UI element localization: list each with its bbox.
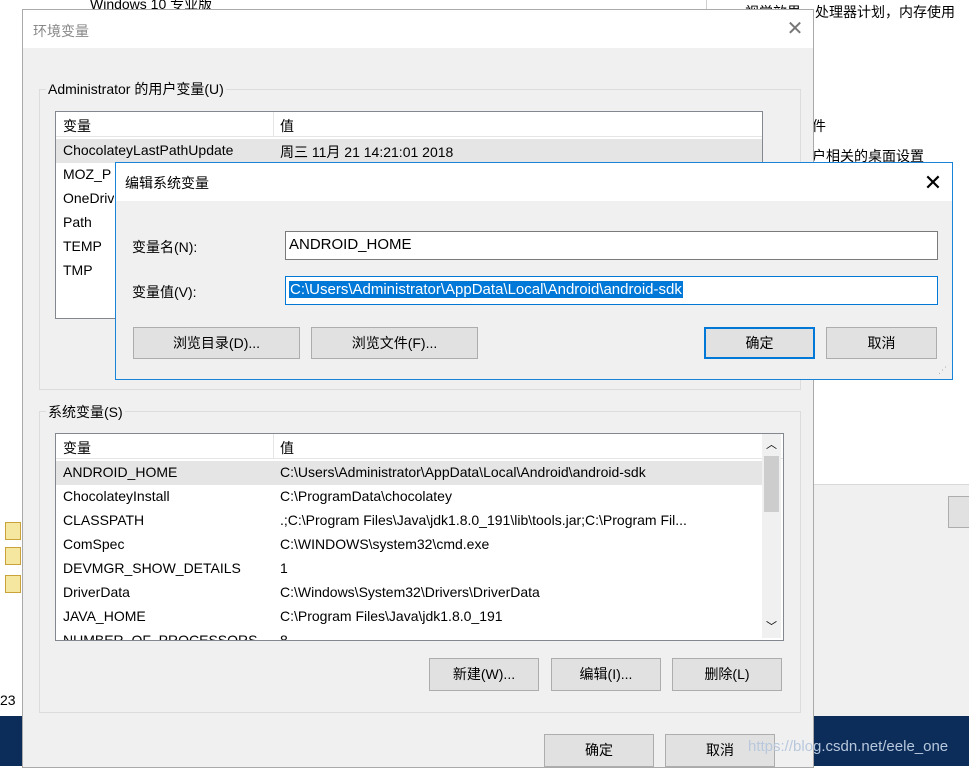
var-name: ComSpec: [63, 536, 125, 552]
var-value: C:\Windows\System32\Drivers\DriverData: [280, 584, 540, 600]
scroll-up-icon[interactable]: ︿: [766, 436, 777, 452]
variable-name-input[interactable]: ANDROID_HOME: [285, 231, 938, 260]
var-value: 1: [280, 560, 288, 576]
table-row[interactable]: ChocolateyInstall C:\ProgramData\chocola…: [56, 485, 762, 509]
delete-button[interactable]: 删除(L): [672, 658, 782, 691]
ok-button[interactable]: 确定: [544, 734, 654, 767]
var-value: C:\Users\Administrator\AppData\Local\And…: [280, 464, 646, 480]
dialog-title: 编辑系统变量: [125, 175, 209, 191]
var-name: Path: [63, 214, 92, 230]
var-name: CLASSPATH: [63, 512, 145, 528]
table-row[interactable]: ANDROID_HOME C:\Users\Administrator\AppD…: [56, 461, 762, 485]
background-number: 23: [0, 692, 16, 708]
file-icon[interactable]: [5, 547, 21, 565]
list-header: 变量 值: [56, 434, 783, 459]
list-header: 变量 值: [56, 112, 762, 137]
table-row[interactable]: DEVMGR_SHOW_DETAILS 1: [56, 557, 762, 581]
var-name: OneDriv: [63, 190, 115, 206]
variable-name-value: ANDROID_HOME: [289, 236, 412, 253]
variable-value-input[interactable]: C:\Users\Administrator\AppData\Local\And…: [285, 276, 938, 305]
window-title: 环境变量: [33, 23, 89, 39]
var-name: MOZ_P: [63, 166, 112, 182]
var-name: ChocolateyLastPathUpdate: [63, 142, 234, 158]
new-button[interactable]: 新建(W)...: [429, 658, 539, 691]
background-text-fragment: 件: [812, 118, 826, 134]
var-name: NUMBER_OF_PROCESSORS: [63, 632, 258, 641]
var-name: JAVA_HOME: [63, 608, 146, 624]
vertical-scrollbar[interactable]: ︿ ﹀: [762, 434, 781, 638]
scroll-down-icon[interactable]: ﹀: [766, 618, 777, 634]
var-value: C:\Program Files\Java\jdk1.8.0_191: [280, 608, 503, 624]
var-value: 周三 11月 21 14:21:01 2018: [280, 144, 454, 160]
var-value: 8: [280, 632, 288, 641]
edit-button[interactable]: 编辑(I)...: [551, 658, 661, 691]
table-row[interactable]: ComSpec C:\WINDOWS\system32\cmd.exe: [56, 533, 762, 557]
table-row[interactable]: CLASSPATH .;C:\Program Files\Java\jdk1.8…: [56, 509, 762, 533]
watermark: https://blog.csdn.net/eele_one: [748, 738, 949, 755]
var-value: C:\ProgramData\chocolatey: [280, 488, 452, 504]
column-header-value[interactable]: 值: [280, 438, 294, 458]
var-name: TMP: [63, 262, 93, 278]
browse-file-button[interactable]: 浏览文件(F)...: [311, 327, 478, 359]
scroll-thumb[interactable]: [764, 456, 779, 512]
title-bar: 环境变量 ✕: [23, 10, 813, 48]
var-name: DriverData: [63, 584, 130, 600]
table-row[interactable]: ChocolateyLastPathUpdate 周三 11月 21 14:21…: [56, 139, 762, 163]
resize-grip-icon[interactable]: ⋰: [938, 365, 948, 375]
background-button[interactable]: [948, 496, 969, 528]
column-separator[interactable]: [273, 434, 274, 458]
column-header-name[interactable]: 变量: [63, 116, 91, 136]
dialog-title-bar: 编辑系统变量 ✕: [116, 163, 952, 201]
var-name: ChocolateyInstall: [63, 488, 170, 504]
file-icon[interactable]: [5, 522, 21, 540]
var-name: ANDROID_HOME: [63, 464, 178, 480]
dialog-cancel-button[interactable]: 取消: [826, 327, 937, 359]
column-header-value[interactable]: 值: [280, 116, 294, 136]
variable-value-text: C:\Users\Administrator\AppData\Local\And…: [289, 281, 683, 298]
browse-directory-button[interactable]: 浏览目录(D)...: [133, 327, 300, 359]
user-variables-label: Administrator 的用户变量(U): [46, 79, 226, 99]
dialog-ok-button[interactable]: 确定: [704, 327, 815, 359]
var-value: C:\WINDOWS\system32\cmd.exe: [280, 536, 490, 552]
var-name: TEMP: [63, 238, 102, 254]
background-left-strip: [0, 510, 22, 716]
system-variables-label: 系统变量(S): [46, 402, 125, 422]
file-icon[interactable]: [5, 575, 21, 593]
column-header-name[interactable]: 变量: [63, 438, 91, 458]
var-value: .;C:\Program Files\Java\jdk1.8.0_191\lib…: [280, 512, 687, 528]
table-row[interactable]: DriverData C:\Windows\System32\Drivers\D…: [56, 581, 762, 605]
edit-system-variable-dialog: 编辑系统变量 ✕ 变量名(N): ANDROID_HOME 变量值(V): C:…: [115, 162, 953, 380]
system-variables-list[interactable]: 变量 值 ANDROID_HOME C:\Users\Administrator…: [55, 433, 784, 641]
variable-name-label: 变量名(N):: [132, 239, 198, 255]
background-footer-area: [812, 484, 969, 717]
environment-variables-window: 环境变量 ✕ Administrator 的用户变量(U) 变量 值 Choco…: [22, 9, 814, 768]
table-row[interactable]: JAVA_HOME C:\Program Files\Java\jdk1.8.0…: [56, 605, 762, 629]
table-row[interactable]: NUMBER_OF_PROCESSORS 8: [56, 629, 762, 641]
variable-value-label: 变量值(V):: [132, 284, 197, 300]
close-icon[interactable]: ✕: [919, 169, 947, 197]
close-icon[interactable]: ✕: [783, 17, 807, 41]
column-separator[interactable]: [273, 112, 274, 136]
var-name: DEVMGR_SHOW_DETAILS: [63, 560, 241, 576]
